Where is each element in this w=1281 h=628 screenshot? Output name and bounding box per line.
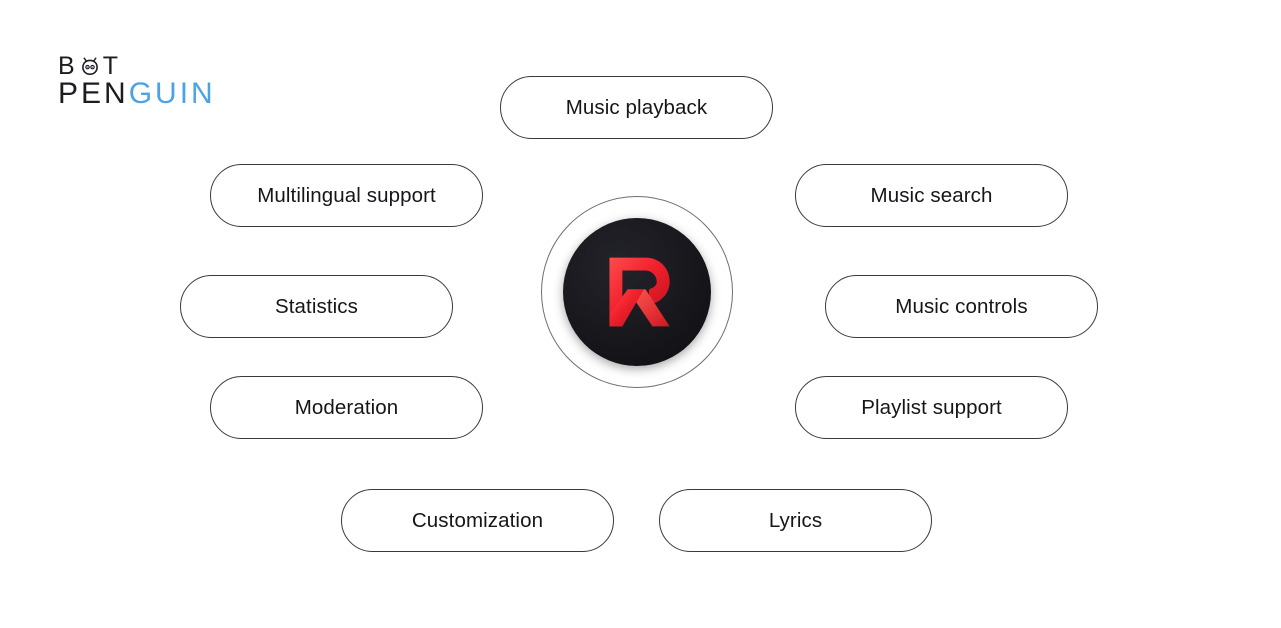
brand-letter-b: B [58,51,77,80]
feature-pill-music-search[interactable]: Music search [795,164,1068,227]
feature-pill-label: Moderation [294,395,399,419]
feature-pill-music-controls[interactable]: Music controls [825,275,1098,338]
feature-pill-customization[interactable]: Customization [341,489,614,552]
penguin-head-icon [78,55,102,79]
feature-pill-label: Music playback [565,95,708,119]
brand-text-guin: GUIN [128,77,216,110]
feature-pill-label: Music search [870,183,993,207]
brand-letter-t: T [102,51,120,80]
feature-pill-label: Customization [411,508,544,532]
feature-pill-multilingual-support[interactable]: Multilingual support [210,164,483,227]
feature-pill-label: Music controls [895,294,1028,318]
feature-pill-label: Multilingual support [257,183,436,207]
brand-wordmark-line-2: PEN GUIN [58,78,258,110]
feature-pill-playlist-support[interactable]: Playlist support [795,376,1068,439]
feature-pill-label: Lyrics [768,508,823,532]
feature-pill-label: Statistics [274,294,359,318]
rythm-r-icon [609,257,670,327]
feature-pill-lyrics[interactable]: Lyrics [659,489,932,552]
feature-pill-music-playback[interactable]: Music playback [500,76,773,139]
logo-dark-disc [563,218,711,366]
botpenguin-logo: B T PEN GUIN [58,52,258,114]
feature-pill-label: Playlist support [861,395,1002,419]
brand-text-pen: PEN [58,77,129,110]
feature-pill-moderation[interactable]: Moderation [210,376,483,439]
feature-pill-statistics[interactable]: Statistics [180,275,453,338]
brand-wordmark-line-1: B T [58,52,258,80]
rythm-bot-logo [541,196,733,388]
